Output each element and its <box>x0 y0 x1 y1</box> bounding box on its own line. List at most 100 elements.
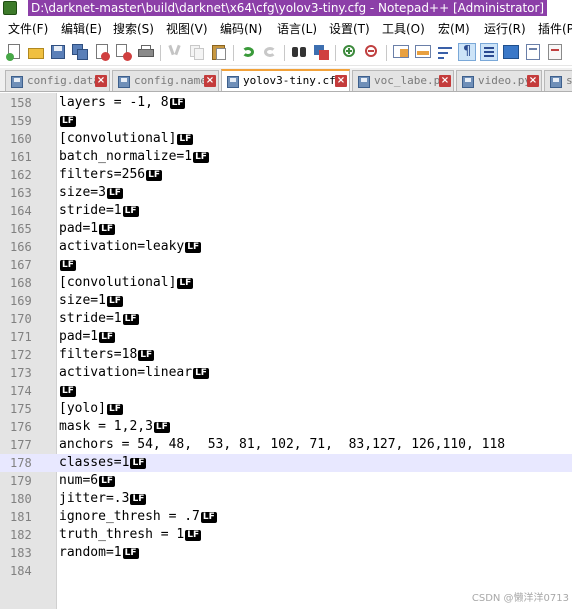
editor-line[interactable]: 161 batch_normalize=1 LF <box>0 148 572 166</box>
menu-item[interactable]: 设置(T) <box>329 18 370 40</box>
print-icon[interactable] <box>137 43 155 61</box>
editor-line[interactable]: 164 stride=1 LF <box>0 202 572 220</box>
line-code: stride=1 LF <box>59 202 139 220</box>
sync-vertical-scroll-icon[interactable] <box>392 43 410 61</box>
replace-icon[interactable] <box>312 43 330 61</box>
editor-line[interactable]: 159 LF <box>0 112 572 130</box>
line-code: size=3 LF <box>59 184 123 202</box>
editor-line[interactable]: 166 activation=leaky LF <box>0 238 572 256</box>
line-code: classes=1 LF <box>59 454 147 472</box>
editor-line[interactable]: 175 [yolo] LF <box>0 400 572 418</box>
line-code: LF <box>59 112 76 130</box>
eol-marker: LF <box>99 224 116 235</box>
title-bar: D:\darknet-master\build\darknet\x64\cfg\… <box>0 0 572 17</box>
line-number: 161 <box>10 150 32 164</box>
line-text: size=1 <box>59 293 106 308</box>
editor-line[interactable]: 168 [convolutional] LF <box>0 274 572 292</box>
save-all-icon[interactable] <box>71 43 89 61</box>
menu-item[interactable]: 文件(F) <box>8 18 48 40</box>
toolbar-separator <box>284 45 285 61</box>
editor-line[interactable]: 183 random=1 LF <box>0 544 572 562</box>
undo-icon[interactable] <box>239 43 257 61</box>
window-title: D:\darknet-master\build\darknet\x64\cfg\… <box>28 0 548 16</box>
line-code: pad=1 LF <box>59 328 116 346</box>
copy-icon[interactable] <box>188 43 206 61</box>
close-file-icon[interactable] <box>93 43 111 61</box>
new-file-icon[interactable] <box>5 43 23 61</box>
editor-line[interactable]: 179 num=6 LF <box>0 472 572 490</box>
line-code: anchors = 54, 48, 53, 81, 102, 71, 83,12… <box>59 436 505 454</box>
toolbar-separator <box>386 45 387 61</box>
line-text: activation=leaky <box>59 239 185 254</box>
close-tab-icon[interactable]: × <box>527 75 539 87</box>
line-number: 166 <box>10 240 32 254</box>
menu-item[interactable]: 编辑(E) <box>61 18 102 40</box>
open-file-icon[interactable] <box>27 43 45 61</box>
line-text: classes=1 <box>59 455 130 470</box>
eol-marker: LF <box>200 512 217 523</box>
editor-line[interactable]: 163 size=3 LF <box>0 184 572 202</box>
close-tab-icon[interactable]: × <box>439 75 451 87</box>
editor-line[interactable]: 181 ignore_thresh = .7 LF <box>0 508 572 526</box>
show-all-characters-icon[interactable]: ¶ <box>458 43 476 61</box>
line-number: 169 <box>10 294 32 308</box>
editor-line[interactable]: 178 classes=1 LF <box>0 454 572 472</box>
editor-line[interactable]: 180 jitter=.3 LF <box>0 490 572 508</box>
menu-item[interactable]: 运行(R) <box>484 18 526 40</box>
word-wrap-icon[interactable] <box>436 43 454 61</box>
editor-line[interactable]: 182 truth_thresh = 1 LF <box>0 526 572 544</box>
menu-item[interactable]: 编码(N) <box>220 18 262 40</box>
tab-document[interactable]: config.data × <box>5 70 110 91</box>
eol-marker: LF <box>193 152 209 163</box>
menu-item[interactable]: 语言(L) <box>277 18 317 40</box>
line-code: pad=1 LF <box>59 220 116 238</box>
editor-line[interactable]: 170 stride=1 LF <box>0 310 572 328</box>
line-code: jitter=.3 LF <box>59 490 147 508</box>
tab-document[interactable]: config.names × <box>112 70 219 91</box>
editor-line[interactable]: 162 filters=256 LF <box>0 166 572 184</box>
save-icon[interactable] <box>49 43 67 61</box>
menu-item[interactable]: 宏(M) <box>438 18 470 40</box>
paste-icon[interactable] <box>210 43 228 61</box>
file-saved-icon <box>462 76 474 88</box>
tab-document[interactable]: video.py × <box>456 70 542 91</box>
editor-line[interactable]: 165 pad=1 LF <box>0 220 572 238</box>
editor-line[interactable]: 158 layers = -1, 8 LF <box>0 94 572 112</box>
menu-item[interactable]: 视图(V) <box>166 18 208 40</box>
editor-line[interactable]: 177 anchors = 54, 48, 53, 81, 102, 71, 83… <box>0 436 572 454</box>
line-code: stride=1 LF <box>59 310 139 328</box>
editor-line[interactable]: 184 <box>0 562 572 580</box>
editor-line[interactable]: 172 filters=18 LF <box>0 346 572 364</box>
editor-line[interactable]: 167 LF <box>0 256 572 274</box>
editor-line[interactable]: 173 activation=linear LF <box>0 364 572 382</box>
line-code: [convolutional] LF <box>59 274 194 292</box>
find-icon[interactable] <box>290 43 308 61</box>
document-map-icon[interactable] <box>524 43 542 61</box>
editor-area[interactable]: 158 layers = -1, 8 LF 159 LF 160 [convolutiona… <box>0 93 572 609</box>
editor-line[interactable]: 171 pad=1 LF <box>0 328 572 346</box>
close-tab-icon[interactable]: × <box>204 75 216 87</box>
editor-line[interactable]: 160 [convolutional] LF <box>0 130 572 148</box>
user-defined-language-icon[interactable] <box>502 43 520 61</box>
menu-item[interactable]: 插件(P <box>538 18 572 40</box>
tab-active[interactable]: yolov3-tiny.cfg × <box>221 69 350 91</box>
close-tab-icon[interactable]: × <box>95 75 107 87</box>
cut-icon[interactable] <box>166 43 184 61</box>
redo-icon[interactable] <box>261 43 279 61</box>
editor-line[interactable]: 176 mask = 1,2,3 LF <box>0 418 572 436</box>
tab-document[interactable]: voc_labe.py × <box>352 70 454 91</box>
close-all-icon[interactable] <box>115 43 133 61</box>
editor-line[interactable]: 174 LF <box>0 382 572 400</box>
eol-marker: LF <box>106 188 123 199</box>
tab-document[interactable]: s <box>544 70 572 91</box>
line-code: num=6 LF <box>59 472 116 490</box>
zoom-in-icon[interactable] <box>341 43 359 61</box>
function-list-icon[interactable] <box>546 43 564 61</box>
zoom-out-icon[interactable] <box>363 43 381 61</box>
menu-item[interactable]: 工具(O) <box>382 18 425 40</box>
sync-horizontal-scroll-icon[interactable] <box>414 43 432 61</box>
menu-item[interactable]: 搜索(S) <box>113 18 154 40</box>
close-tab-icon[interactable]: × <box>335 75 347 87</box>
editor-line[interactable]: 169 size=1 LF <box>0 292 572 310</box>
indent-guide-icon[interactable] <box>480 43 498 61</box>
